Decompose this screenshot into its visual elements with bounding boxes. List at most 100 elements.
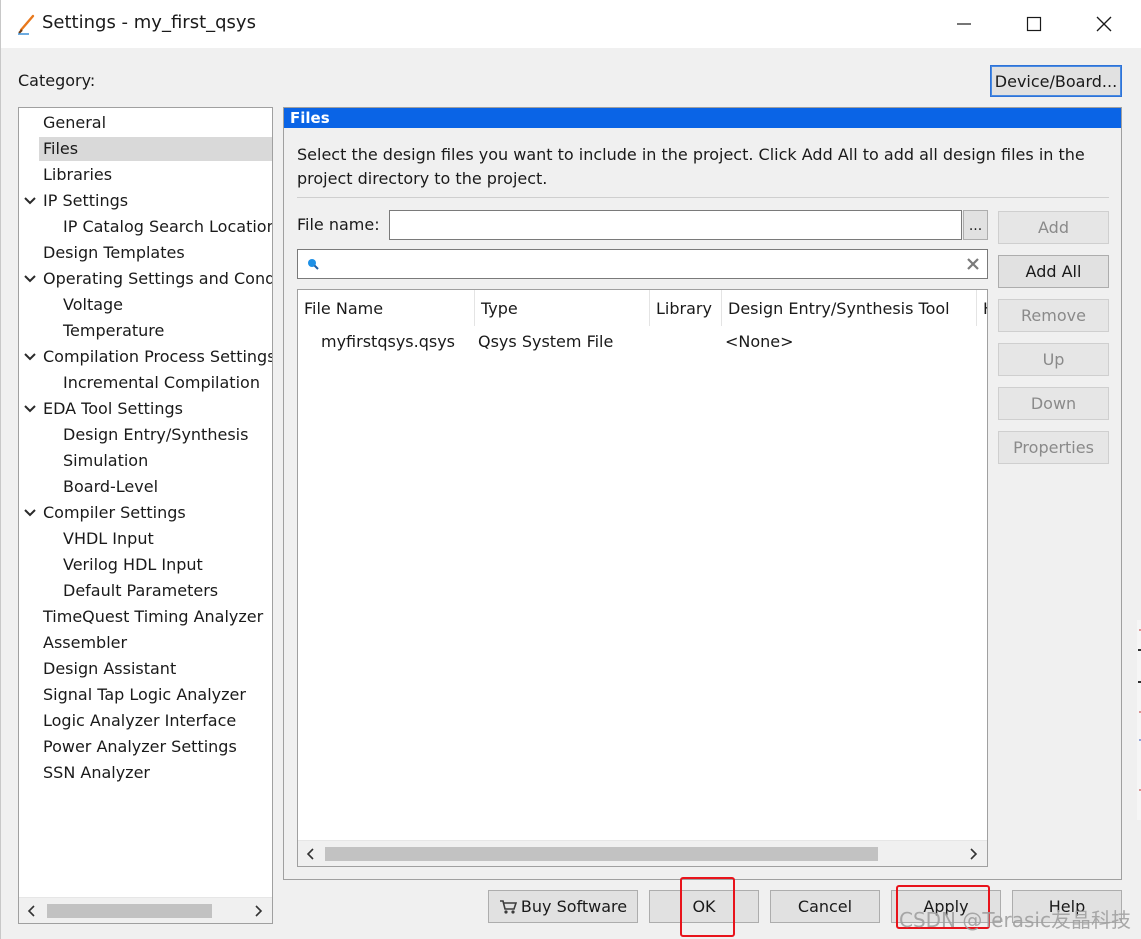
tree-item-label: IP Catalog Search Locations (63, 217, 273, 236)
tree-item-label: Design Templates (43, 243, 185, 262)
divider (297, 197, 1109, 198)
chevron-down-icon[interactable] (23, 345, 37, 369)
close-button[interactable] (1069, 0, 1139, 48)
tree-item[interactable]: Incremental Compilation (39, 371, 272, 395)
category-tree[interactable]: General Files Libraries IP Settings IP Catal… (18, 107, 273, 924)
column-header-design-entry-tool[interactable]: Design Entry/Synthesis Tool (722, 290, 977, 326)
chevron-down-icon[interactable] (23, 267, 37, 291)
tree-item-label: IP Settings (43, 191, 129, 210)
tree-item[interactable]: VHDL Input (39, 527, 272, 551)
title-bar: Settings - my_first_qsys (1, 0, 1141, 48)
tree-item-label: Default Parameters (63, 581, 219, 600)
cancel-button[interactable]: Cancel (770, 890, 880, 923)
tree-item[interactable]: EDA Tool Settings (24, 397, 272, 421)
tree-horizontal-scrollbar[interactable] (19, 897, 272, 923)
up-button[interactable]: Up (998, 343, 1109, 376)
tree-item[interactable]: Compiler Settings (24, 501, 272, 525)
tree-item-label: EDA Tool Settings (43, 399, 183, 418)
files-description: Select the design files you want to incl… (297, 145, 1085, 188)
scroll-right-icon[interactable] (965, 846, 981, 862)
cart-icon (499, 899, 517, 914)
tree-item[interactable]: Logic Analyzer Interface (39, 709, 272, 733)
tree-scroll-thumb[interactable] (47, 904, 212, 918)
tree-item[interactable]: Assembler (39, 631, 272, 655)
chevron-down-icon[interactable] (23, 189, 37, 213)
column-header-hdl-version[interactable]: HDL Version (977, 290, 987, 326)
tree-item[interactable]: Design Templates (39, 241, 272, 265)
tree-item-label: TimeQuest Timing Analyzer (43, 607, 264, 626)
tree-item-label: Signal Tap Logic Analyzer (43, 685, 246, 704)
tree-item[interactable]: IP Catalog Search Locations (39, 215, 272, 239)
tree-item-label: Assembler (43, 633, 128, 652)
tree-item-label: Voltage (63, 295, 124, 314)
tree-item-label: Simulation (63, 451, 149, 470)
cell-tool: <None> (725, 332, 794, 351)
table-horizontal-scrollbar[interactable] (298, 840, 987, 866)
ok-button[interactable]: OK (649, 890, 759, 923)
file-name-input[interactable] (389, 210, 962, 240)
files-panel: Files Select the design files you want t… (283, 107, 1122, 880)
background-window-edge (1137, 620, 1141, 820)
scroll-right-icon[interactable] (250, 903, 266, 919)
scroll-left-icon[interactable] (303, 846, 319, 862)
tree-item-label: General (43, 113, 107, 132)
tree-item-label: Compilation Process Settings (43, 347, 273, 366)
watermark-text: CSDN @Terasic友晶科技 (899, 908, 1131, 932)
add-button[interactable]: Add (998, 211, 1109, 244)
tree-item[interactable]: Files (39, 137, 272, 161)
tree-item[interactable]: Design Entry/Synthesis (39, 423, 272, 447)
tree-item-label: Incremental Compilation (63, 373, 260, 392)
settings-dialog: Settings - my_first_qsys Category: Devic… (0, 0, 1141, 939)
maximize-button[interactable] (999, 0, 1069, 48)
down-button[interactable]: Down (998, 387, 1109, 420)
cell-file-name: myfirstqsys.qsys (321, 332, 455, 351)
column-header-library[interactable]: Library (650, 290, 722, 326)
tree-item[interactable]: General (39, 111, 272, 135)
tree-item[interactable]: Verilog HDL Input (39, 553, 272, 577)
tree-item[interactable]: Signal Tap Logic Analyzer (39, 683, 272, 707)
chevron-down-icon[interactable] (23, 397, 37, 421)
scroll-left-icon[interactable] (24, 903, 40, 919)
files-panel-header: Files (284, 108, 1121, 128)
chevron-down-icon[interactable] (23, 501, 37, 525)
tree-item[interactable]: Default Parameters (39, 579, 272, 603)
tree-item-label: Verilog HDL Input (63, 555, 203, 574)
add-all-button[interactable]: Add All (998, 255, 1109, 288)
tree-item[interactable]: Libraries (39, 163, 272, 187)
tree-item-label: Compiler Settings (43, 503, 186, 522)
column-header-file-name[interactable]: File Name (298, 290, 475, 326)
cell-type: Qsys System File (478, 332, 614, 351)
files-table: File Name Type Library Design Entry/Synt… (297, 289, 988, 867)
browse-button[interactable]: ... (963, 210, 988, 240)
tree-item[interactable]: Power Analyzer Settings (39, 735, 272, 759)
device-board-button[interactable]: Device/Board... (990, 65, 1122, 97)
tree-item[interactable]: Voltage (39, 293, 272, 317)
tree-item[interactable]: SSN Analyzer (39, 761, 272, 785)
buy-software-label: Buy Software (520, 897, 628, 916)
column-header-type[interactable]: Type (475, 290, 650, 326)
category-label: Category: (18, 71, 96, 90)
tree-item[interactable]: Operating Settings and Conditions (24, 267, 272, 291)
tree-item[interactable]: Simulation (39, 449, 272, 473)
tree-item-label: Temperature (63, 321, 165, 340)
minimize-button[interactable] (929, 0, 999, 48)
table-scroll-thumb[interactable] (325, 847, 878, 861)
buy-software-button[interactable]: Buy Software (488, 890, 638, 923)
filter-input[interactable] (297, 249, 988, 279)
tree-item[interactable]: Board-Level (39, 475, 272, 499)
tree-item-label: Libraries (43, 165, 113, 184)
tree-item[interactable]: Temperature (39, 319, 272, 343)
tree-item[interactable]: Design Assistant (39, 657, 272, 681)
maximize-icon (1026, 16, 1042, 32)
file-name-label: File name: (297, 215, 380, 234)
tree-item-label: SSN Analyzer (43, 763, 150, 782)
search-icon (308, 259, 319, 270)
tree-item[interactable]: TimeQuest Timing Analyzer (39, 605, 272, 629)
tree-item-label: Logic Analyzer Interface (43, 711, 237, 730)
tree-item[interactable]: IP Settings (24, 189, 272, 213)
tree-item-label: Design Assistant (43, 659, 177, 678)
tree-item[interactable]: Compilation Process Settings (24, 345, 273, 369)
remove-button[interactable]: Remove (998, 299, 1109, 332)
clear-filter-icon[interactable] (965, 256, 981, 272)
properties-button[interactable]: Properties (998, 431, 1109, 464)
